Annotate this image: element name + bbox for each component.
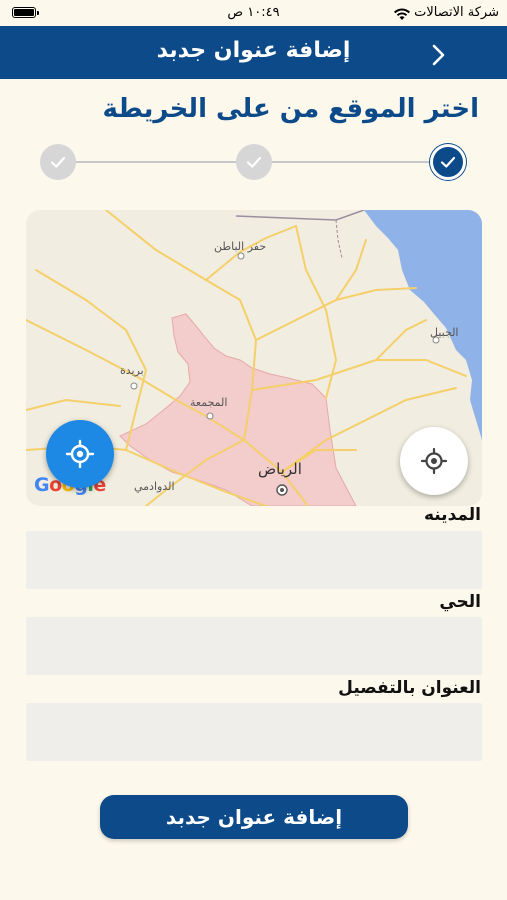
map-view[interactable]: حفر الباطن الجبيل بريدة المجمعة الرياض ا… [26, 210, 482, 506]
map-label-hafr: حفر الباطن [214, 240, 267, 253]
address-input[interactable] [26, 703, 482, 761]
crosshair-icon [65, 439, 95, 469]
city-label: المدينه [423, 505, 481, 525]
step-1 [40, 144, 76, 180]
add-address-button[interactable]: إضافة عنوان جدبد [100, 795, 408, 839]
map-label-majmaah: المجمعة [190, 396, 228, 409]
navigation-bar: إضافة عنوان جدبد [0, 26, 507, 79]
map-label-riyadh: الرياض [258, 460, 302, 478]
chevron-right-icon [432, 44, 445, 66]
check-icon [246, 156, 262, 168]
back-button[interactable] [422, 38, 456, 72]
map-label-buraydah: بريدة [120, 364, 144, 377]
address-label: العنوان بالتفصيل [338, 678, 481, 698]
battery-icon [12, 7, 39, 18]
district-label: الحي [439, 592, 481, 612]
step-2 [236, 144, 272, 180]
my-location-icon [420, 447, 448, 475]
map-label-dawadmi: الدوادمي [134, 480, 175, 493]
check-icon [440, 156, 456, 168]
progress-stepper [40, 142, 468, 182]
step-title: اختر الموقع من على الخريطة [102, 94, 479, 124]
map-label-jubail: الجبيل [430, 326, 459, 339]
clock: ١٠:٤٩ ص [227, 5, 280, 20]
district-input[interactable] [26, 617, 482, 675]
check-icon [50, 156, 66, 168]
locate-button[interactable] [46, 420, 114, 488]
city-input[interactable] [26, 531, 482, 589]
status-bar: شركة الاتصالات ١٠:٤٩ ص [0, 0, 507, 26]
step-3 [430, 144, 466, 180]
my-location-button[interactable] [400, 427, 468, 495]
